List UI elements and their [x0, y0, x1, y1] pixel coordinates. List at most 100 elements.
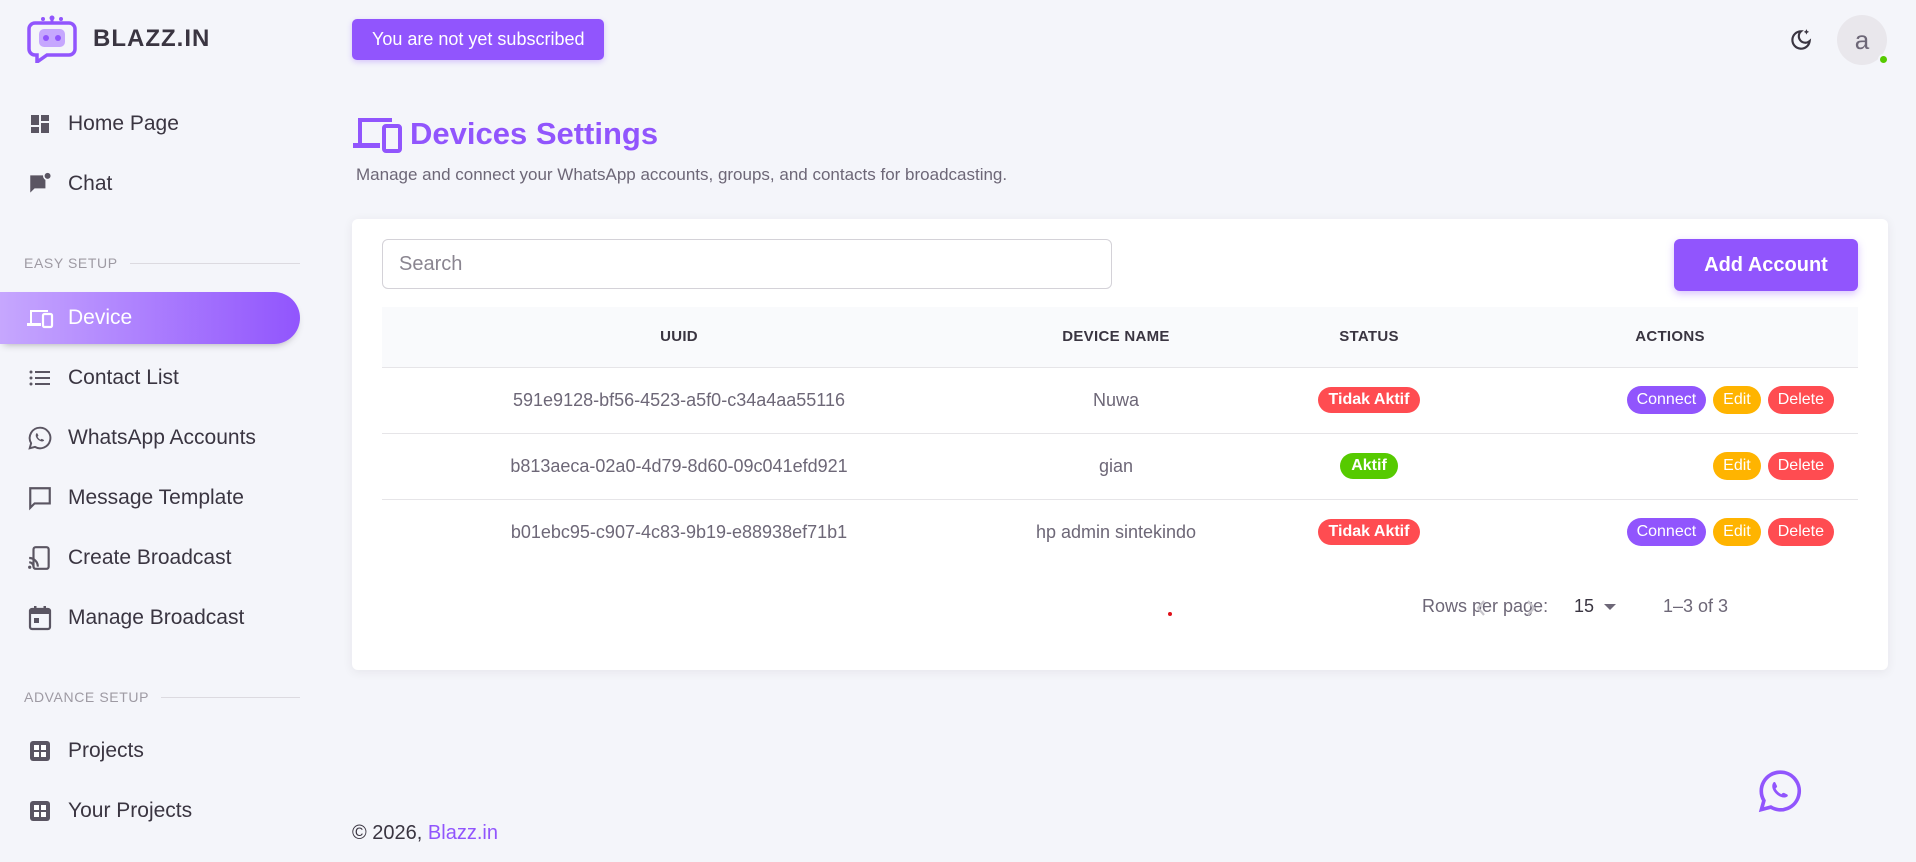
sidebar-item-chat[interactable]: Chat	[0, 158, 300, 210]
device-name-cell: Nuwa	[1092, 389, 1140, 410]
sidebar-item-label: Message Template	[68, 486, 244, 509]
sidebar-item-label: Chat	[68, 172, 113, 195]
sidebar-item-your-projects[interactable]: Your Projects	[0, 785, 300, 837]
delete-button[interactable]: Delete	[1767, 518, 1834, 547]
sidebar-item-manage-broadcast[interactable]: Manage Broadcast	[0, 592, 300, 644]
caret-down-icon	[1604, 603, 1617, 610]
devices-card: Add Account UUID DEVICE NAME STATUS ACTI…	[352, 219, 1888, 670]
sidebar: BLAZZ.IN Home Page Chat EASY SETUP Devic…	[0, 0, 300, 862]
table-row: 591e9128-bf56-4523-a5f0-c34a4aa55116 Nuw…	[382, 367, 1858, 433]
apps-icon	[26, 797, 54, 825]
list-icon	[26, 364, 54, 392]
sidebar-item-label: WhatsApp Accounts	[68, 426, 256, 449]
sidebar-item-label: Projects	[68, 739, 144, 762]
section-label: EASY SETUP	[24, 255, 118, 271]
search-input[interactable]	[382, 239, 1112, 289]
divider	[161, 696, 300, 698]
online-status-dot	[1878, 54, 1889, 65]
device-name-cell: gian	[1098, 455, 1134, 476]
actions-cell: Connect Edit Delete	[1482, 367, 1858, 433]
status-badge: Tidak Aktif	[1317, 387, 1421, 413]
connect-button[interactable]: Connect	[1626, 386, 1707, 414]
message-icon	[26, 484, 54, 512]
sidebar-item-message-template[interactable]: Message Template	[0, 472, 300, 524]
subscription-notice[interactable]: You are not yet subscribed	[352, 19, 605, 60]
delete-button[interactable]: Delete	[1767, 452, 1834, 480]
devices-icon	[353, 118, 402, 153]
page-subtitle: Manage and connect your WhatsApp account…	[356, 165, 1008, 184]
page-range: 1–3 of 3	[1663, 596, 1729, 616]
sidebar-item-label: Manage Broadcast	[68, 606, 245, 629]
column-header-status[interactable]: STATUS	[1256, 307, 1482, 368]
dashboard-icon	[26, 110, 54, 138]
edit-button[interactable]: Edit	[1713, 386, 1761, 414]
sidebar-item-projects[interactable]: Projects	[0, 725, 300, 777]
whatsapp-icon	[26, 424, 54, 452]
sidebar-item-label: Your Projects	[68, 799, 193, 822]
section-advance-setup: ADVANCE SETUP	[24, 689, 300, 705]
section-label: ADVANCE SETUP	[24, 689, 150, 705]
robot-logo-icon	[27, 15, 77, 63]
footer-copyright: © 2026,	[352, 822, 423, 844]
status-cell: Tidak Aktif	[1256, 367, 1482, 433]
uuid-cell: b813aeca-02a0-4d79-8d60-09c041efd921	[510, 455, 848, 476]
sidebar-item-label: Home Page	[68, 112, 179, 135]
edit-button[interactable]: Edit	[1713, 518, 1761, 547]
whatsapp-icon	[1758, 770, 1802, 813]
column-header-uuid[interactable]: UUID	[382, 307, 976, 368]
pagination: Rows per page: 15 1–3 of 3	[352, 587, 1888, 627]
next-page-button[interactable]	[1516, 593, 1546, 623]
status-cell: Tidak Aktif	[1256, 499, 1482, 565]
status-cell: Aktif	[1256, 433, 1482, 499]
brand-name: BLAZZ.IN	[93, 25, 211, 52]
brand[interactable]: BLAZZ.IN	[27, 15, 210, 63]
avatar-initial: a	[1854, 24, 1870, 55]
cursor-dot	[1168, 612, 1172, 616]
divider	[129, 262, 300, 264]
rows-per-page-select[interactable]: 15	[1574, 596, 1617, 617]
sidebar-item-home-page[interactable]: Home Page	[0, 98, 300, 150]
rows-per-page-value: 15	[1574, 596, 1595, 616]
table-header-row: UUID DEVICE NAME STATUS ACTIONS	[382, 307, 1858, 368]
add-account-button[interactable]: Add Account	[1674, 239, 1858, 291]
status-badge: Tidak Aktif	[1317, 519, 1421, 546]
previous-page-button[interactable]	[1466, 593, 1496, 623]
status-badge: Aktif	[1340, 453, 1398, 479]
moon-star-icon	[1791, 29, 1812, 50]
theme-toggle-button[interactable]	[1786, 25, 1816, 55]
devices-icon	[26, 304, 54, 332]
table-row: b01ebc95-c907-4c83-9b19-e88938ef71b1 hp …	[382, 499, 1858, 565]
apps-icon	[26, 737, 54, 765]
connect-button[interactable]: Connect	[1626, 518, 1707, 547]
actions-cell: Edit Delete	[1482, 433, 1858, 499]
device-name-cell: hp admin sintekindo	[1035, 521, 1197, 542]
sidebar-item-contact-list[interactable]: Contact List	[0, 352, 300, 404]
table-row: b813aeca-02a0-4d79-8d60-09c041efd921 gia…	[382, 433, 1858, 499]
chevron-left-icon	[1476, 600, 1485, 616]
actions-cell: Connect Edit Delete	[1482, 499, 1858, 565]
sidebar-item-label: Device	[68, 306, 133, 329]
cast-icon	[26, 544, 54, 572]
chat-icon	[26, 170, 54, 198]
page-title: Devices Settings	[410, 116, 659, 151]
edit-button[interactable]: Edit	[1713, 452, 1761, 480]
sidebar-item-device[interactable]: Device	[0, 292, 300, 344]
page-header: Devices Settings	[352, 114, 658, 154]
delete-button[interactable]: Delete	[1767, 386, 1834, 414]
chevron-right-icon	[1527, 600, 1536, 616]
section-easy-setup: EASY SETUP	[24, 255, 300, 271]
footer-link[interactable]: Blazz.in	[428, 822, 498, 844]
whatsapp-float-button[interactable]	[1757, 768, 1803, 814]
column-header-device-name[interactable]: DEVICE NAME	[976, 307, 1256, 368]
uuid-cell: 591e9128-bf56-4523-a5f0-c34a4aa55116	[513, 389, 845, 410]
column-header-actions: ACTIONS	[1482, 307, 1858, 368]
footer: © 2026, Blazz.in	[352, 822, 498, 845]
sidebar-item-label: Contact List	[68, 366, 179, 389]
sidebar-item-label: Create Broadcast	[68, 546, 232, 569]
devices-table: UUID DEVICE NAME STATUS ACTIONS 591e9128…	[382, 307, 1858, 565]
calendar-icon	[26, 604, 54, 632]
avatar[interactable]: a	[1837, 15, 1889, 65]
uuid-cell: b01ebc95-c907-4c83-9b19-e88938ef71b1	[510, 521, 848, 542]
sidebar-item-whatsapp-accounts[interactable]: WhatsApp Accounts	[0, 412, 300, 464]
sidebar-item-create-broadcast[interactable]: Create Broadcast	[0, 532, 300, 584]
